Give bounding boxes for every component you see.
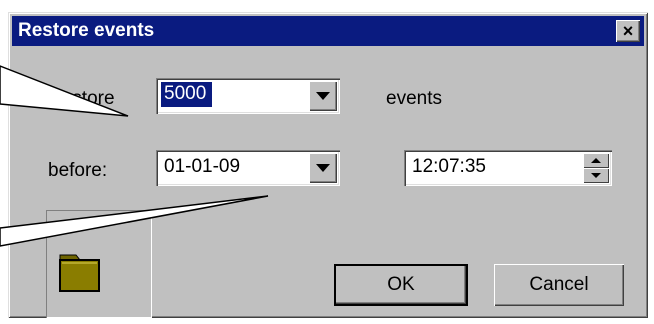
callout-pointer-restore xyxy=(0,65,129,117)
callout-pointers xyxy=(0,65,269,247)
callout-pointer-before xyxy=(0,195,269,247)
